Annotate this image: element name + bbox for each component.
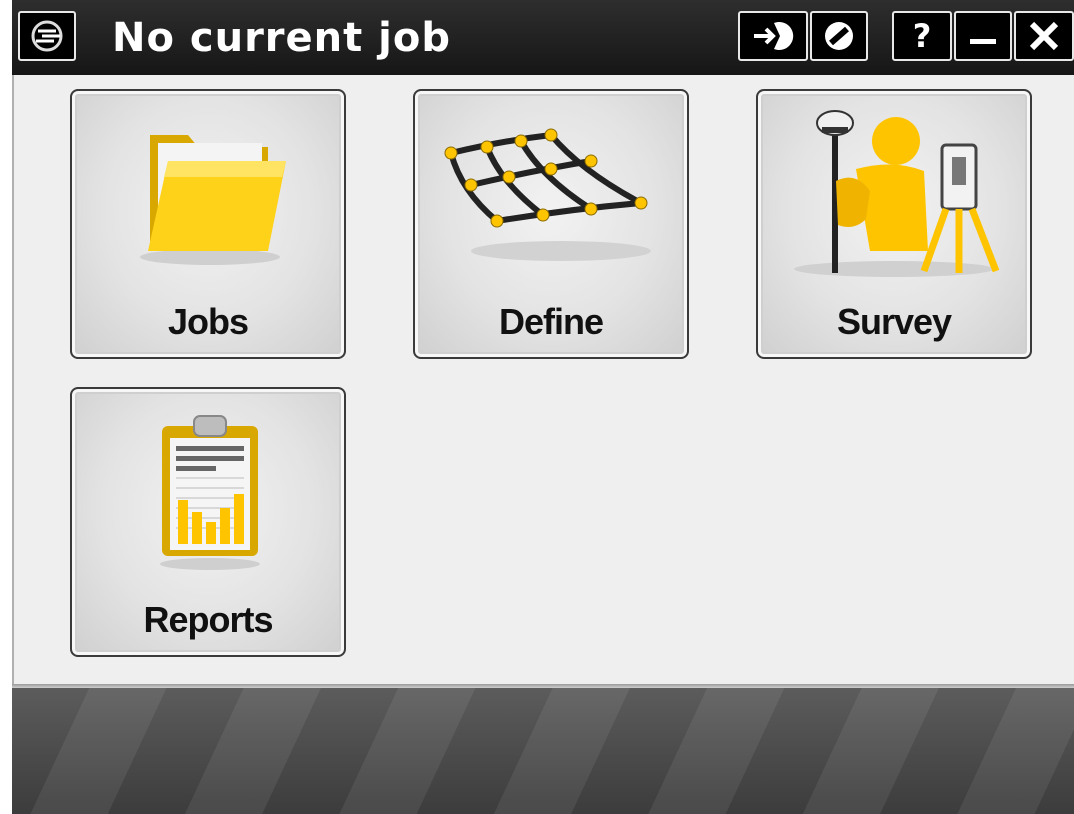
reports-tile[interactable]: Reports xyxy=(70,387,346,657)
survey-label: Survey xyxy=(836,301,952,342)
clipboard-report-icon xyxy=(72,389,344,589)
surveyor-icon xyxy=(758,91,1030,291)
close-icon xyxy=(1026,18,1062,54)
app-window: No current job ? Jobs Define Survey Repo… xyxy=(12,0,1074,814)
help-icon: ? xyxy=(912,17,932,55)
trimble-logo-icon[interactable] xyxy=(18,11,76,61)
status-button[interactable] xyxy=(810,11,868,61)
jobs-tile[interactable]: Jobs xyxy=(70,89,346,359)
survey-tile[interactable]: Survey xyxy=(756,89,1032,359)
window-title: No current job xyxy=(112,15,451,61)
title-bar: No current job ? xyxy=(12,0,1074,75)
grid-surface-icon xyxy=(415,91,687,291)
login-arrow-icon xyxy=(750,19,796,53)
reports-label: Reports xyxy=(143,599,273,640)
define-label: Define xyxy=(498,301,604,342)
define-tile[interactable]: Define xyxy=(413,89,689,359)
close-button[interactable] xyxy=(1014,11,1074,61)
minimize-icon xyxy=(966,19,1000,53)
main-menu: Jobs Define Survey Reports xyxy=(12,75,1074,687)
help-button[interactable]: ? xyxy=(892,11,952,61)
login-button[interactable] xyxy=(738,11,808,61)
softkey-bar xyxy=(12,688,1074,814)
minimize-button[interactable] xyxy=(954,11,1012,61)
folder-icon xyxy=(72,91,344,291)
no-entry-icon xyxy=(822,19,856,53)
jobs-label: Jobs xyxy=(167,301,249,342)
